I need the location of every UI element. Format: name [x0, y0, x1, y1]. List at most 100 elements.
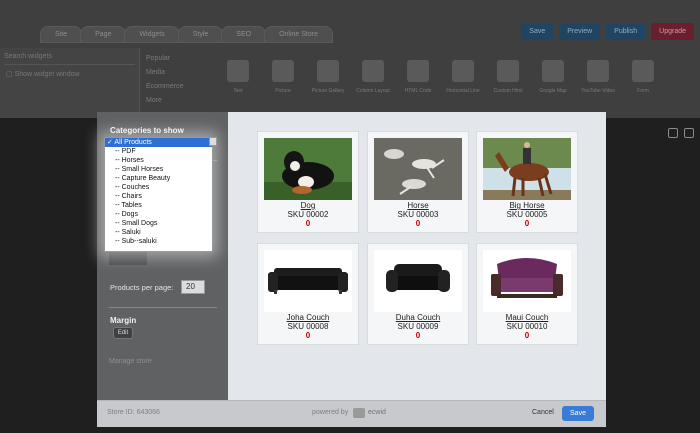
product-image: [264, 138, 352, 200]
widget-label: Google Map: [539, 88, 567, 94]
dropdown-option[interactable]: -- Couches: [105, 183, 212, 192]
editor-upgrade-button[interactable]: Upgrade: [651, 23, 694, 40]
product-sku: SKU 00010: [506, 322, 548, 331]
tab-widgets[interactable]: Widgets: [124, 26, 180, 43]
dropdown-option[interactable]: -- Saluki: [105, 228, 212, 237]
product-sku: SKU 00005: [506, 210, 548, 219]
cancel-link[interactable]: Cancel: [532, 409, 554, 416]
widget-search-panel: Search widgets ▢ Show widget window: [0, 48, 140, 118]
categories-dropdown[interactable]: ✓ All Products -- PDF -- Horses -- Small…: [104, 137, 213, 252]
product-sku: SKU 00002: [287, 210, 329, 219]
save-button[interactable]: Save: [562, 406, 594, 421]
product-price: 0: [305, 331, 311, 340]
category-popular[interactable]: Popular: [146, 52, 206, 66]
dropdown-option[interactable]: -- Sub--saluki: [105, 237, 212, 246]
editor-save-button[interactable]: Save: [521, 23, 554, 40]
categories-label: Categories to show: [110, 126, 184, 135]
widget-item[interactable]: Form: [623, 58, 663, 94]
dropdown-option[interactable]: -- Small Dogs: [105, 219, 212, 228]
category-more[interactable]: More: [146, 94, 206, 108]
product-name[interactable]: Horse: [368, 201, 468, 210]
category-media[interactable]: Media: [146, 66, 206, 80]
widget-icon: [497, 60, 519, 82]
margin-edit-button[interactable]: Edit: [113, 327, 133, 339]
product-grid: Dog SKU 00002 0 Horse SKU 00003 0 Big Ho…: [228, 112, 606, 400]
category-ecommerce[interactable]: Ecommerce: [146, 80, 206, 94]
store-id-label: Store ID: 643066: [107, 409, 160, 416]
tab-seo[interactable]: SEO: [221, 26, 267, 43]
editor-tabs: Site Page Widgets Style SEO Online Store: [40, 26, 333, 43]
product-card[interactable]: Big Horse SKU 00005 0: [476, 131, 578, 233]
tab-site[interactable]: Site: [40, 26, 83, 43]
product-name[interactable]: Duha Couch: [368, 313, 468, 322]
widget-item[interactable]: Google Map: [533, 58, 573, 94]
widget-label: Column Layout: [356, 88, 390, 94]
widget-label: Text: [233, 88, 243, 94]
products-per-page-input[interactable]: 20: [181, 280, 205, 294]
widget-icon: [587, 60, 609, 82]
widget-item[interactable]: Picture: [263, 58, 303, 94]
brand-label: ecwid: [368, 409, 386, 416]
widget-item[interactable]: Text: [218, 58, 258, 94]
widget-item[interactable]: Picture Gallery: [308, 58, 348, 94]
product-image: [483, 138, 571, 200]
widget-item[interactable]: Column Layout: [353, 58, 393, 94]
dropdown-option[interactable]: -- Chairs: [105, 192, 212, 201]
show-widget-label: Show widget window: [14, 71, 80, 78]
product-sku: SKU 00008: [287, 322, 329, 331]
product-card[interactable]: Dog SKU 00002 0: [257, 131, 359, 233]
widget-icon: [452, 60, 474, 82]
widget-label: HTML Code: [404, 88, 432, 94]
tab-online-store[interactable]: Online Store: [264, 26, 333, 43]
dropdown-option[interactable]: -- Small Horses: [105, 165, 212, 174]
settings-icon[interactable]: [668, 128, 678, 138]
widget-label: Custom Html: [493, 88, 523, 94]
product-name[interactable]: Maui Couch: [477, 313, 577, 322]
product-name[interactable]: Dog: [258, 201, 358, 210]
dropdown-option[interactable]: ✓ All Products: [105, 138, 212, 147]
widget-list: Text Picture Picture Gallery Column Layo…: [218, 58, 668, 94]
product-card[interactable]: Duha Couch SKU 00009 0: [367, 243, 469, 345]
widget-item[interactable]: YouTube Video: [578, 58, 618, 94]
product-card[interactable]: Joha Couch SKU 00008 0: [257, 243, 359, 345]
margin-label: Margin: [110, 316, 137, 325]
product-price: 0: [524, 331, 530, 340]
dropdown-option[interactable]: -- Dogs: [105, 210, 212, 219]
product-name[interactable]: Big Horse: [477, 201, 577, 210]
product-price: 0: [305, 219, 311, 228]
widget-icon: [317, 60, 339, 82]
dropdown-option[interactable]: -- Horses: [105, 156, 212, 165]
widget-icon: [542, 60, 564, 82]
widget-item[interactable]: HTML Code: [398, 58, 438, 94]
product-sku: SKU 00009: [397, 322, 439, 331]
product-card[interactable]: Maui Couch SKU 00010 0: [476, 243, 578, 345]
dropdown-option[interactable]: -- Capture Beauty: [105, 174, 212, 183]
widget-label: Form: [637, 88, 649, 94]
editor-publish-button[interactable]: Publish: [606, 23, 646, 40]
widget-categories: Popular Media Ecommerce More: [146, 52, 206, 108]
widget-icon: [227, 60, 249, 82]
show-widget-checkbox[interactable]: ▢ Show widget window: [6, 70, 133, 78]
widget-label: Picture Gallery: [311, 88, 345, 94]
dropdown-option[interactable]: -- PDF: [105, 147, 212, 156]
widget-icon: [632, 60, 654, 82]
widget-search-input[interactable]: Search widgets: [4, 53, 135, 65]
widget-label: YouTube Video: [581, 88, 615, 94]
dropdown-option[interactable]: -- Tables: [105, 201, 212, 210]
product-sku: SKU 00003: [397, 210, 439, 219]
editor-actions: Save Preview Publish Upgrade: [521, 23, 694, 40]
editor-preview-button[interactable]: Preview: [559, 23, 601, 40]
widget-icon: [362, 60, 384, 82]
manage-store-link[interactable]: Manage store: [109, 358, 152, 365]
close-icon[interactable]: [684, 128, 694, 138]
product-image: [483, 250, 571, 312]
tab-style[interactable]: Style: [177, 26, 224, 43]
powered-by-label: powered by: [312, 409, 349, 416]
widget-item[interactable]: Horizontal Line: [443, 58, 483, 94]
product-name[interactable]: Joha Couch: [258, 313, 358, 322]
dropdown-arrow-icon[interactable]: [209, 137, 217, 146]
widget-item[interactable]: Custom Html: [488, 58, 528, 94]
product-price: 0: [415, 331, 421, 340]
tab-page[interactable]: Page: [80, 26, 127, 43]
product-card[interactable]: Horse SKU 00003 0: [367, 131, 469, 233]
